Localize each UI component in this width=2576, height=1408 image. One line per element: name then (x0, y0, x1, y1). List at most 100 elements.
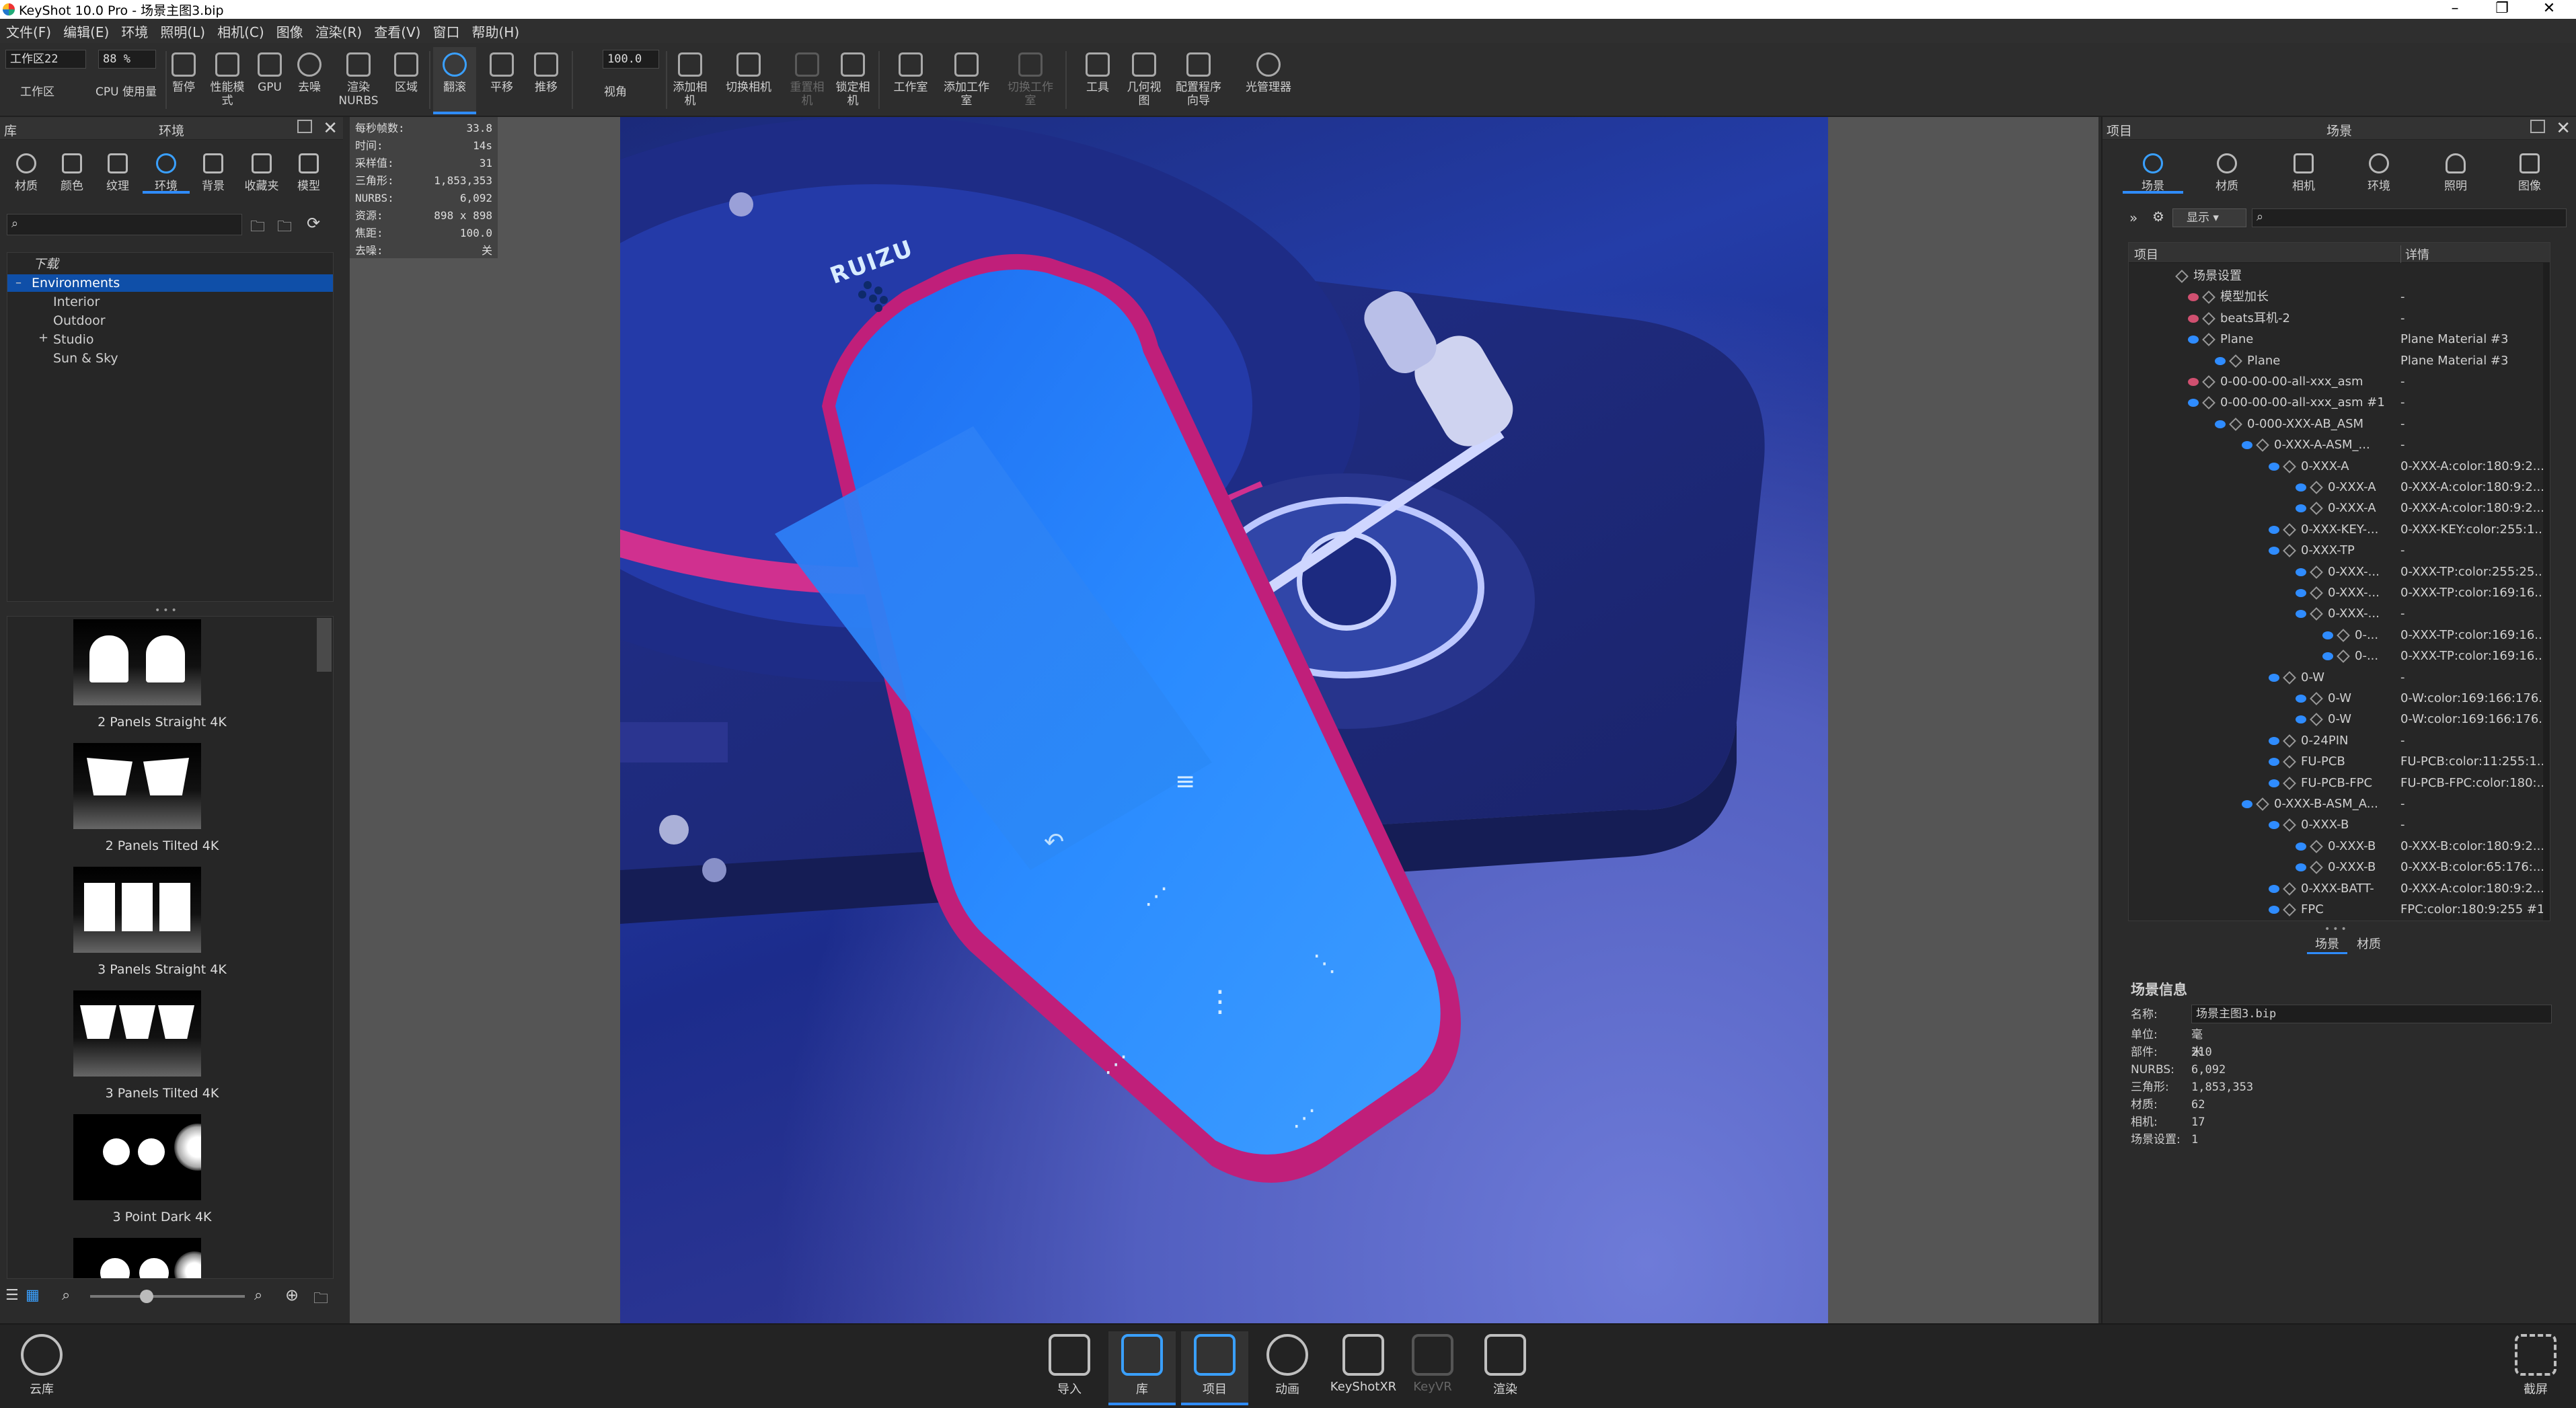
minimize-button[interactable]: – (2428, 0, 2482, 19)
eye-icon[interactable] (2242, 441, 2252, 450)
menu-lighting[interactable]: 照明(L) (154, 22, 211, 41)
tree-item-environments[interactable]: Environments (7, 274, 333, 292)
scene-tree-row[interactable]: 0-XXX-B-ASM_A... - (2129, 793, 2550, 815)
scene-tree-row[interactable]: 0-XXX-A 0-XXX-A:color:180:9:2... (2129, 456, 2550, 477)
eye-icon[interactable] (2296, 695, 2306, 703)
menu-camera[interactable]: 相机(C) (211, 22, 270, 41)
region-button[interactable]: 区域 (387, 47, 425, 114)
eye-icon[interactable] (2322, 652, 2333, 661)
list-view-icon[interactable]: ☰ (5, 1287, 19, 1304)
scene-tree-row[interactable]: 0-W 0-W:color:169:166:176... (2129, 688, 2550, 709)
scene-tree-row[interactable]: 0-XXX-A-ASM_... - (2129, 434, 2550, 456)
tree-item-interior[interactable]: Interior (7, 293, 333, 311)
eye-icon[interactable] (2215, 356, 2226, 365)
scene-tree-row[interactable]: 0-XXX-... 0-XXX-TP:color:169:16... (2129, 582, 2550, 604)
scene-tree-row[interactable]: 0-XXX-A 0-XXX-A:color:180:9:2... (2129, 498, 2550, 519)
tab-scene[interactable]: 场景 (2123, 147, 2183, 194)
import-button[interactable]: 导入 (1036, 1331, 1103, 1405)
eye-icon[interactable] (2269, 779, 2279, 787)
tree-item-downloads[interactable]: 下载 (7, 256, 333, 273)
tab-models[interactable]: 模型 (288, 147, 330, 194)
scene-tree-scrollbar[interactable] (2543, 263, 2550, 921)
scene-tree-row[interactable]: 0-W 0-W:color:169:166:176... (2129, 709, 2550, 730)
tree-item-sun-sky[interactable]: Sun & Sky (7, 350, 333, 367)
tree-item-outdoor[interactable]: Outdoor (7, 312, 333, 329)
scene-tree-row[interactable]: 0-XXX-BATT- 0-XXX-A:color:180:9:2... (2129, 878, 2550, 900)
menu-edit[interactable]: 编辑(E) (57, 22, 115, 41)
performance-mode-button[interactable]: 性能模式 (206, 47, 249, 114)
menu-image[interactable]: 图像 (270, 22, 309, 41)
configurator-wizard-button[interactable]: 配置程序向导 (1170, 47, 1227, 114)
scene-tree-row[interactable]: 0-XXX-KEY-... 0-XXX-KEY:color:255:1... (2129, 519, 2550, 541)
tab-colors[interactable]: 颜色 (51, 147, 93, 194)
tumble-button[interactable]: 翻滚 (433, 47, 476, 114)
thumbnails-scrollbar[interactable] (317, 618, 332, 672)
tab-materials[interactable]: 材质 (5, 147, 47, 194)
refresh-icon[interactable]: ⟳ (307, 214, 320, 233)
scene-tree-row[interactable]: beats耳机-2 - (2129, 308, 2550, 329)
zoom-in-icon[interactable]: ⌕ (254, 1287, 262, 1304)
tab-environments[interactable]: 环境 (143, 147, 190, 194)
splitter-handle-icon[interactable]: ••• (155, 605, 180, 616)
scene-name-input[interactable]: 场景主图3.bip (2191, 1005, 2552, 1023)
menu-render[interactable]: 渲染(R) (309, 22, 369, 41)
folder-icon[interactable]: 🗀 (250, 215, 265, 241)
scene-tree-row[interactable]: Plane Plane Material #3 (2129, 329, 2550, 350)
scene-tree-row[interactable]: 0-24PIN - (2129, 730, 2550, 752)
scene-tree-row[interactable]: 0-XXX-... 0-XXX-TP:color:255:25... (2129, 561, 2550, 583)
slider-thumb[interactable] (140, 1290, 153, 1303)
pause-button[interactable]: 暂停 (167, 47, 200, 114)
eye-icon[interactable] (2269, 525, 2279, 534)
eye-icon[interactable] (2296, 568, 2306, 576)
thumbnail-3-panels-straight[interactable] (73, 867, 201, 953)
thumbnail-next[interactable] (73, 1238, 201, 1278)
thumbnail-size-slider[interactable] (90, 1295, 245, 1298)
thumbnail-3-panels-tilted[interactable] (73, 990, 201, 1077)
menu-view[interactable]: 查看(V) (368, 22, 426, 41)
thumbnail-2-panels-tilted[interactable] (73, 743, 201, 829)
cloud-download-icon[interactable]: ⊕ (285, 1286, 299, 1304)
restore-button[interactable]: ❐ (2475, 0, 2529, 19)
cloud-library-button[interactable]: 云库 (8, 1331, 75, 1405)
screenshot-button[interactable]: 截屏 (2502, 1331, 2569, 1405)
scene-tree-row[interactable]: Plane Plane Material #3 (2129, 350, 2550, 372)
eye-icon[interactable] (2269, 673, 2279, 682)
splitter-handle-icon[interactable]: ••• (2324, 924, 2349, 935)
animation-button[interactable]: 动画 (1254, 1331, 1321, 1405)
scene-tree-row[interactable]: 0-00-00-00-all-xxx_asm #1- (2129, 392, 2550, 414)
visibility-hidden-icon[interactable] (2188, 378, 2199, 386)
dolly-button[interactable]: 推移 (526, 47, 566, 114)
menu-help[interactable]: 帮助(H) (466, 22, 526, 41)
keyshotxr-button[interactable]: KeyShotXR (1326, 1331, 1400, 1405)
tab-environment[interactable]: 环境 (2349, 147, 2409, 194)
display-filter-button[interactable]: 显示 ▾ (2172, 208, 2246, 227)
scene-tree-row[interactable]: FPC FPC:color:180:9:255 #1 (2129, 899, 2550, 921)
zoom-out-icon[interactable]: ⌕ (62, 1287, 70, 1304)
visibility-hidden-icon[interactable] (2188, 293, 2199, 302)
denoise-button[interactable]: 去噪 (291, 47, 328, 114)
scene-tree-row[interactable]: FU-PCB FU-PCB:color:11:255:1... (2129, 751, 2550, 773)
thumbnail-2-panels-straight[interactable] (73, 619, 201, 705)
tab-favorites[interactable]: 收藏夹 (238, 147, 285, 194)
eye-icon[interactable] (2269, 906, 2279, 914)
eye-icon[interactable] (2296, 842, 2306, 851)
eye-icon[interactable] (2188, 399, 2199, 407)
project-button[interactable]: 项目 (1181, 1331, 1248, 1405)
scene-options-icon[interactable]: ⚙ (2152, 208, 2164, 225)
close-panel-icon[interactable]: ✕ (323, 118, 338, 139)
eye-icon[interactable] (2188, 336, 2199, 344)
add-camera-button[interactable]: 添加相机 (670, 47, 710, 114)
collapse-icon[interactable]: – (15, 276, 22, 290)
eye-icon[interactable] (2269, 821, 2279, 830)
eye-icon[interactable] (2322, 631, 2333, 639)
folder-icon[interactable]: 🗀 (313, 1287, 328, 1313)
cpu-usage-select[interactable]: 88 % (98, 50, 156, 69)
tree-item-studio[interactable]: Studio (7, 331, 333, 348)
eye-icon[interactable] (2269, 884, 2279, 893)
tab-backplates[interactable]: 背景 (192, 147, 234, 194)
scene-tree-row[interactable]: 模型加长 - (2129, 286, 2550, 308)
close-panel-icon[interactable]: ✕ (2556, 118, 2571, 139)
eye-icon[interactable] (2296, 504, 2306, 513)
scene-tree-row[interactable]: 0-00-00-00-all-xxx_asm - (2129, 371, 2550, 393)
render-viewport[interactable]: 每秒帧数: 33.8 时间: 14s 采样值: 31 三角形: 1,853,353 NU… (350, 117, 2098, 1323)
